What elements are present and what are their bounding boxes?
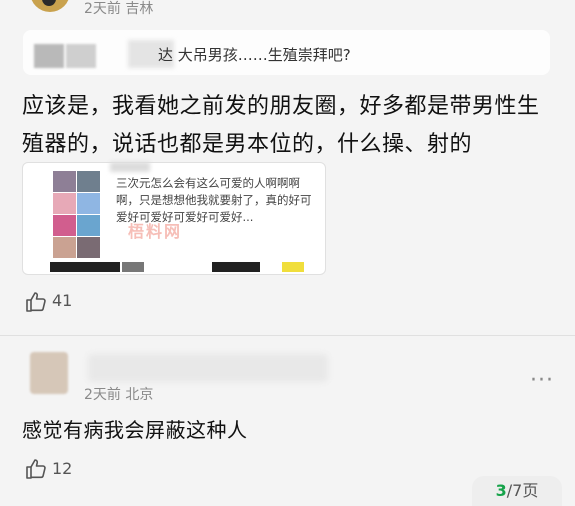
comment-meta: 2天前 吉林	[84, 1, 154, 17]
total-pages: /7页	[506, 481, 539, 500]
comment-text: 应该是，我看她之前发的朋友圈，好多都是带男性生殖器的，说话也都是男本位的，什么操…	[22, 94, 540, 157]
image-tile	[53, 237, 76, 258]
blurred-username	[110, 162, 150, 172]
quoted-text: 达 大吊男孩……生殖崇拜吧?	[158, 46, 351, 64]
image-tile	[77, 193, 100, 214]
comment-text: 感觉有病我会屏蔽这种人	[22, 418, 248, 442]
more-dots-icon[interactable]: ···	[530, 368, 554, 393]
redaction-bar	[50, 262, 120, 272]
image-tile	[77, 215, 100, 236]
blurred-username	[34, 44, 64, 68]
like-count: 41	[52, 291, 73, 310]
watermark: 梧料网	[128, 222, 183, 241]
redaction-bar	[282, 262, 304, 272]
thumbs-up-icon[interactable]	[24, 457, 48, 481]
image-tile	[53, 171, 76, 192]
current-page: 3	[495, 481, 507, 500]
comment-meta: 2天前 北京	[84, 387, 154, 403]
image-tile	[53, 215, 76, 236]
redaction-bar	[122, 262, 144, 272]
image-tile	[77, 237, 100, 258]
divider	[0, 335, 575, 336]
blurred-username	[66, 44, 96, 68]
like-count: 12	[52, 459, 73, 478]
blurred-username	[88, 354, 328, 382]
image-tile	[53, 193, 76, 214]
page-indicator[interactable]: 3/7页	[472, 476, 562, 506]
avatar[interactable]	[30, 0, 70, 12]
redaction-bar	[212, 262, 260, 272]
thumbs-up-icon[interactable]	[24, 290, 48, 314]
image-tile	[77, 171, 100, 192]
avatar[interactable]	[30, 352, 68, 394]
